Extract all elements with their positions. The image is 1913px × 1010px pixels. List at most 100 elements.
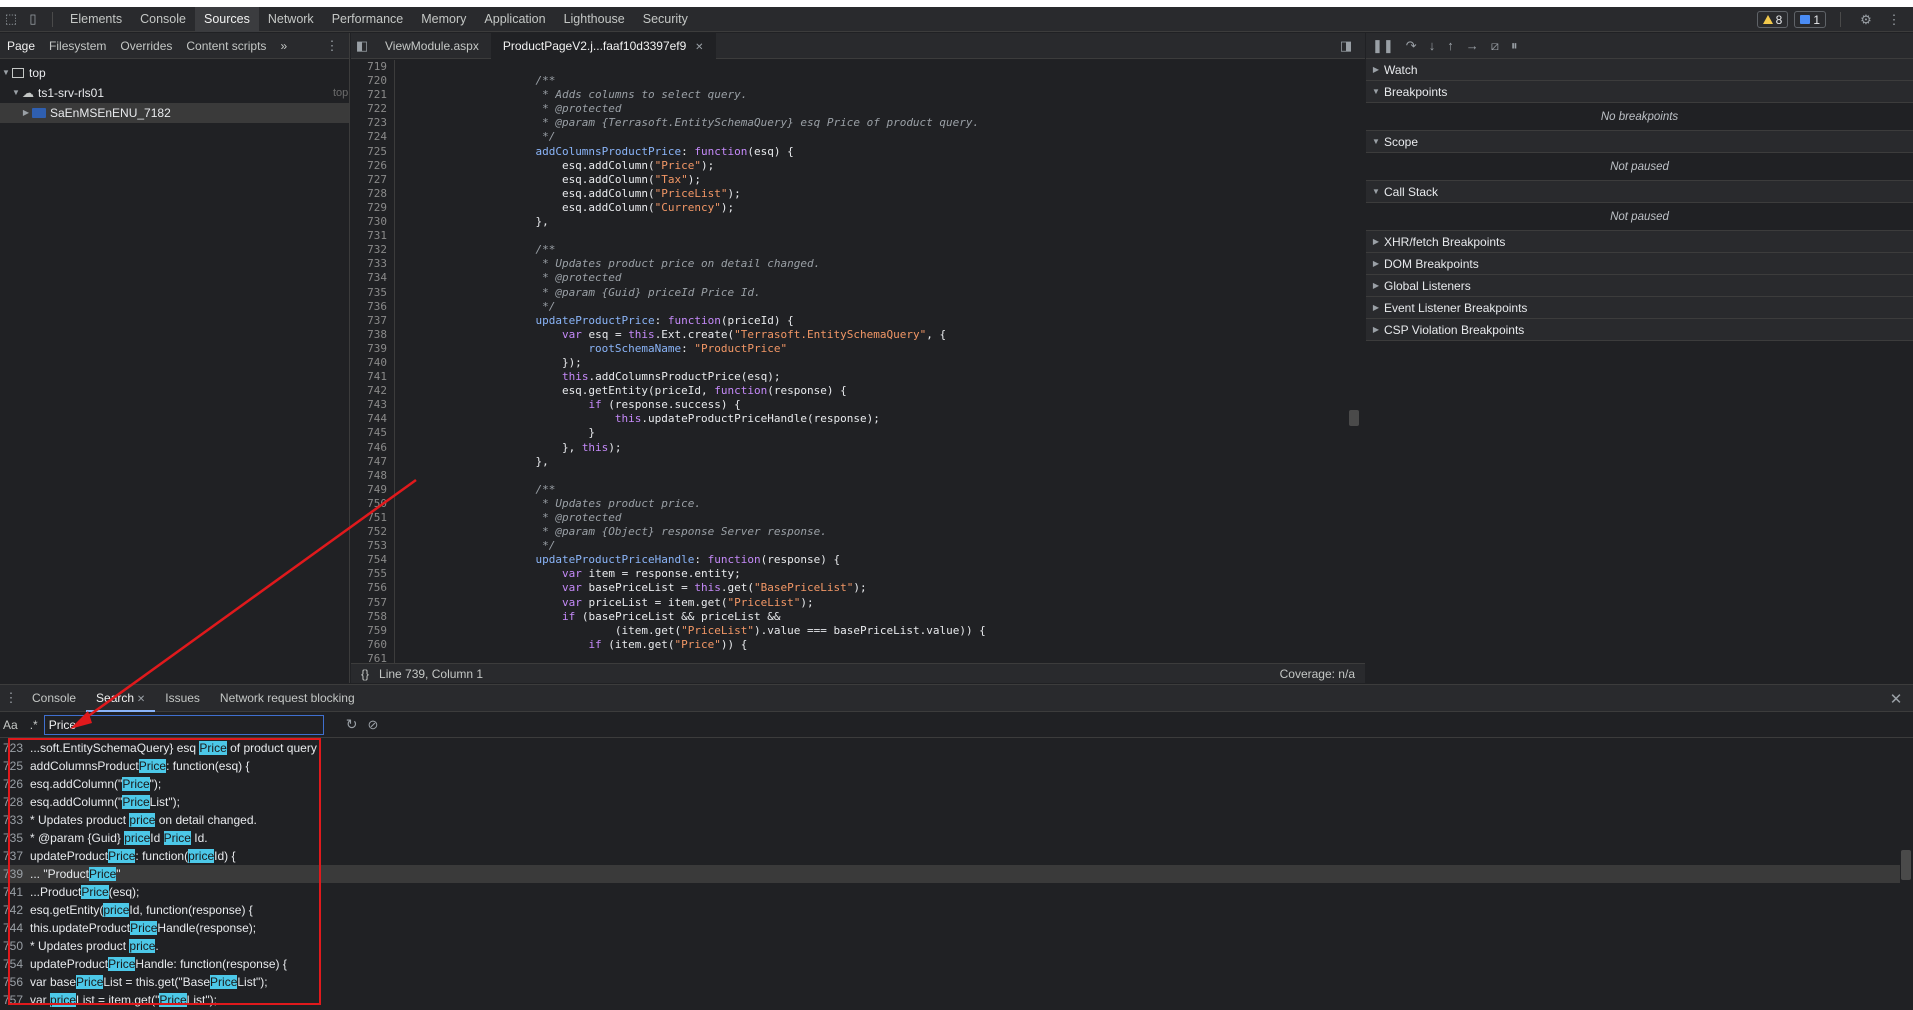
- line-number[interactable]: 741: [351, 370, 391, 384]
- line-number[interactable]: 745: [351, 426, 391, 440]
- line-number[interactable]: 723: [351, 116, 391, 130]
- section-call-stack[interactable]: ▼ Call Stack: [1366, 181, 1913, 203]
- line-number[interactable]: 735: [351, 286, 391, 300]
- line-number[interactable]: 727: [351, 173, 391, 187]
- search-result-row[interactable]: 723 ...soft.EntitySchemaQuery} esq Price …: [0, 739, 1900, 757]
- line-number[interactable]: 730: [351, 215, 391, 229]
- line-number[interactable]: 750: [351, 497, 391, 511]
- line-number[interactable]: 748: [351, 469, 391, 483]
- line-number[interactable]: 755: [351, 567, 391, 581]
- navigator-tab-overrides[interactable]: Overrides: [113, 33, 179, 59]
- section-dom-breakpoints[interactable]: ▶ DOM Breakpoints: [1366, 253, 1913, 275]
- editor-tab[interactable]: ProductPageV2.j...faaf10d3397ef9 ✕: [490, 32, 716, 59]
- line-number[interactable]: 744: [351, 412, 391, 426]
- tree-item-folder[interactable]: ▶ SaEnMSEnENU_7182: [0, 103, 349, 123]
- search-result-row[interactable]: 742 esq.getEntity(priceId, function(respo…: [0, 901, 1900, 919]
- section-csp-violation-breakpoints[interactable]: ▶ CSP Violation Breakpoints: [1366, 319, 1913, 341]
- line-number[interactable]: 737: [351, 314, 391, 328]
- tab-security[interactable]: Security: [634, 7, 697, 32]
- line-number[interactable]: 728: [351, 187, 391, 201]
- tab-network[interactable]: Network: [259, 7, 323, 32]
- editor-tab[interactable]: ViewModule.aspx: [373, 33, 491, 59]
- step-icon[interactable]: →: [1466, 38, 1479, 53]
- step-into-icon[interactable]: ↓: [1429, 38, 1436, 53]
- search-result-row[interactable]: 757 var priceList = item.get("PriceList")…: [0, 991, 1900, 1009]
- regex-button[interactable]: .*: [18, 718, 38, 732]
- line-number[interactable]: 742: [351, 384, 391, 398]
- section-global-listeners[interactable]: ▶ Global Listeners: [1366, 275, 1913, 297]
- tab-memory[interactable]: Memory: [412, 7, 475, 32]
- search-result-row[interactable]: 725 addColumnsProductPrice: function(esq)…: [0, 757, 1900, 775]
- deactivate-breakpoints-icon[interactable]: ⧄: [1491, 38, 1499, 54]
- expand-triangle-icon[interactable]: ▼: [0, 63, 12, 83]
- line-number[interactable]: 743: [351, 398, 391, 412]
- kebab-menu-icon[interactable]: ⋮: [1883, 7, 1905, 32]
- search-result-row[interactable]: 737 updateProductPrice: function(priceId)…: [0, 847, 1900, 865]
- tab-elements[interactable]: Elements: [61, 7, 131, 32]
- drawer-tab-network-request-blocking[interactable]: Network request blocking: [210, 685, 365, 712]
- gear-icon[interactable]: ⚙: [1855, 7, 1877, 32]
- line-number[interactable]: 738: [351, 328, 391, 342]
- navigator-tab-page[interactable]: Page: [0, 33, 42, 59]
- drawer-menu-icon[interactable]: ⋮: [0, 686, 22, 711]
- line-number[interactable]: 729: [351, 201, 391, 215]
- search-input[interactable]: [43, 714, 324, 735]
- line-number[interactable]: 751: [351, 511, 391, 525]
- search-result-row[interactable]: 741 ...ProductPrice(esq);: [0, 883, 1900, 901]
- line-number[interactable]: 725: [351, 145, 391, 159]
- refresh-icon[interactable]: ↻: [346, 716, 358, 733]
- search-result-row[interactable]: 728 esq.addColumn("PriceList");: [0, 793, 1900, 811]
- line-number[interactable]: 736: [351, 300, 391, 314]
- line-number[interactable]: 749: [351, 483, 391, 497]
- line-number[interactable]: 720: [351, 74, 391, 88]
- search-result-row[interactable]: 735 * @param {Guid} priceId Price Id.: [0, 829, 1900, 847]
- pause-on-exceptions-icon[interactable]: ⏸: [1511, 38, 1518, 54]
- line-number[interactable]: 719: [351, 60, 391, 74]
- line-number[interactable]: 757: [351, 596, 391, 610]
- toggle-navigator-icon[interactable]: ◧: [351, 33, 373, 58]
- tab-lighthouse[interactable]: Lighthouse: [555, 7, 634, 32]
- clear-icon[interactable]: ⊘: [367, 717, 378, 733]
- pretty-print-button[interactable]: {}: [351, 667, 379, 681]
- more-tabs-button[interactable]: »: [273, 33, 294, 59]
- expand-triangle-icon[interactable]: ▼: [10, 83, 22, 103]
- inspect-element-icon[interactable]: ⬚: [0, 7, 22, 32]
- line-number[interactable]: 754: [351, 553, 391, 567]
- kebab-menu-icon[interactable]: ⋮: [321, 33, 343, 58]
- section-scope[interactable]: ▼ Scope: [1366, 131, 1913, 153]
- line-number[interactable]: 761: [351, 652, 391, 663]
- search-result-row[interactable]: 739 ... "ProductPrice": [0, 865, 1900, 883]
- drawer-scrollbar[interactable]: [1901, 850, 1911, 880]
- search-result-row[interactable]: 754 updateProductPriceHandle: function(re…: [0, 955, 1900, 973]
- tab-console[interactable]: Console: [131, 7, 195, 32]
- drawer-tab-console[interactable]: Console: [22, 685, 86, 712]
- code-area[interactable]: 719 720 /** 721 * Adds columns to select q…: [351, 60, 1365, 663]
- search-result-row[interactable]: 726 esq.addColumn("Price");: [0, 775, 1900, 793]
- tree-item-top[interactable]: ▼ top: [0, 63, 349, 83]
- line-number[interactable]: 758: [351, 610, 391, 624]
- line-number[interactable]: 760: [351, 638, 391, 652]
- warnings-badge[interactable]: 8: [1756, 11, 1789, 28]
- line-number[interactable]: 756: [351, 581, 391, 595]
- line-number[interactable]: 724: [351, 130, 391, 144]
- line-number[interactable]: 733: [351, 257, 391, 271]
- section-xhr-fetch-breakpoints[interactable]: ▶ XHR/fetch Breakpoints: [1366, 231, 1913, 253]
- step-over-icon[interactable]: ↷: [1406, 38, 1417, 54]
- line-number[interactable]: 732: [351, 243, 391, 257]
- close-tab-icon[interactable]: ✕: [134, 694, 145, 705]
- search-result-row[interactable]: 756 var basePriceList = this.get("BasePri…: [0, 973, 1900, 991]
- tree-item-origin[interactable]: ▼ ☁ ts1-srv-rls01 top: [0, 83, 349, 103]
- line-number[interactable]: 746: [351, 441, 391, 455]
- step-out-icon[interactable]: ↑: [1447, 38, 1454, 53]
- search-result-row[interactable]: 733 * Updates product price on detail cha…: [0, 811, 1900, 829]
- drawer-tab-issues[interactable]: Issues: [155, 685, 210, 712]
- line-number[interactable]: 740: [351, 356, 391, 370]
- search-result-row[interactable]: 750 * Updates product price.: [0, 937, 1900, 955]
- tab-application[interactable]: Application: [475, 7, 554, 32]
- navigator-tab-content-scripts[interactable]: Content scripts: [179, 33, 273, 59]
- pause-icon[interactable]: ❚❚: [1372, 38, 1394, 54]
- messages-badge[interactable]: 1: [1794, 11, 1826, 28]
- editor-scrollbar[interactable]: [1349, 410, 1359, 426]
- search-result-row[interactable]: 744 this.updateProductPriceHandle(respons…: [0, 919, 1900, 937]
- drawer-tab-search[interactable]: Search ✕: [86, 685, 156, 712]
